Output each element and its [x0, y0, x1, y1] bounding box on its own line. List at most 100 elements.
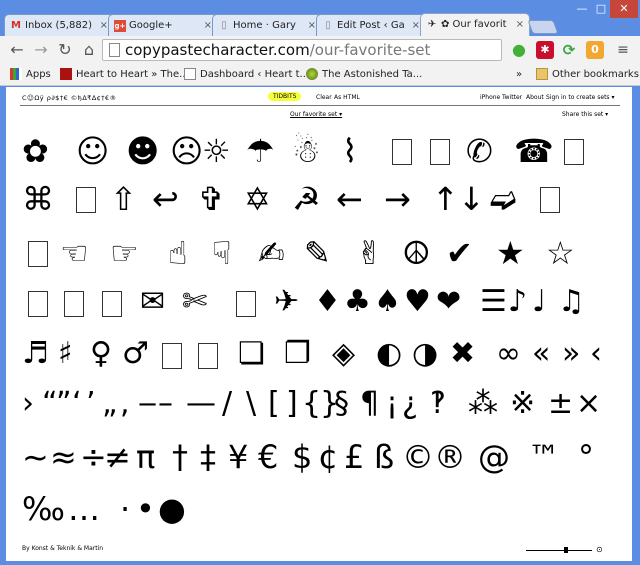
character-glyph[interactable]: —: [186, 389, 216, 419]
character-glyph[interactable]: /: [222, 389, 232, 419]
character-glyph[interactable]: ☭: [292, 183, 321, 215]
missing-glyph-box[interactable]: [76, 187, 96, 213]
character-glyph[interactable]: £: [344, 441, 364, 473]
character-glyph[interactable]: ❏: [238, 339, 265, 369]
home-button[interactable]: ⌂: [78, 39, 100, 61]
character-glyph[interactable]: ✔: [446, 237, 473, 269]
missing-glyph-box[interactable]: [564, 139, 584, 165]
character-glyph[interactable]: ⇧: [110, 183, 137, 215]
character-glyph[interactable]: ‹: [590, 339, 602, 369]
character-glyph[interactable]: ❐: [284, 339, 311, 369]
forward-button[interactable]: →: [30, 39, 52, 61]
character-glyph[interactable]: ☎: [514, 135, 554, 167]
character-glyph[interactable]: ●: [158, 493, 186, 525]
character-glyph[interactable]: ◈: [332, 339, 355, 369]
missing-glyph-box[interactable]: [28, 291, 48, 317]
bookmark-heart-to-heart[interactable]: Heart to Heart » The...: [60, 68, 189, 82]
character-glyph[interactable]: ☮: [402, 237, 431, 269]
character-glyph[interactable]: ↩: [152, 183, 179, 215]
character-glyph[interactable]: ≠: [104, 441, 131, 473]
missing-glyph-box[interactable]: [430, 139, 450, 165]
red-star-extension-icon[interactable]: ✱: [536, 41, 554, 59]
character-glyph[interactable]: ,: [120, 389, 130, 419]
reload-button[interactable]: ↻: [54, 39, 76, 61]
character-glyph[interactable]: ‒: [138, 389, 157, 419]
character-glyph[interactable]: ®: [434, 441, 466, 473]
missing-glyph-box[interactable]: [198, 343, 218, 369]
character-glyph[interactable]: ß: [374, 441, 394, 473]
character-glyph[interactable]: →: [384, 183, 411, 215]
other-bookmarks[interactable]: Other bookmarks: [536, 68, 639, 82]
character-glyph[interactable]: ¥: [228, 441, 248, 473]
address-bar[interactable]: copypastecharacter.com/our-favorite-set …: [102, 39, 502, 61]
character-glyph[interactable]: ✿: [22, 135, 49, 167]
minimize-button[interactable]: —: [572, 0, 592, 18]
new-tab-button[interactable]: [527, 20, 559, 34]
missing-glyph-box[interactable]: [162, 343, 182, 369]
character-glyph[interactable]: ☹: [170, 135, 203, 167]
character-glyph[interactable]: \: [246, 389, 256, 419]
character-glyph[interactable]: •: [136, 493, 155, 525]
back-button[interactable]: ←: [6, 39, 28, 61]
character-glyph[interactable]: ‰: [22, 493, 65, 525]
bookmark-apps[interactable]: Apps: [10, 68, 51, 82]
character-glyph[interactable]: ✎: [304, 237, 331, 269]
character-glyph[interactable]: ☂: [246, 135, 275, 167]
zoom-slider[interactable]: ⊙: [526, 545, 603, 554]
character-glyph[interactable]: °: [578, 441, 594, 473]
character-glyph[interactable]: ♂: [122, 339, 149, 369]
tab-googleplus[interactable]: g+ Google+ ×: [108, 14, 218, 38]
missing-glyph-box[interactable]: [236, 291, 256, 317]
character-glyph[interactable]: ♪: [508, 287, 527, 317]
close-tab-icon[interactable]: ×: [100, 15, 108, 37]
character-glyph[interactable]: ♫: [558, 287, 585, 317]
character-glyph[interactable]: ☝: [168, 237, 187, 269]
character-glyph[interactable]: ✄: [182, 287, 207, 317]
character-glyph[interactable]: ¿: [402, 389, 418, 419]
character-glyph[interactable]: ✉: [140, 287, 165, 317]
bookmark-astonished[interactable]: The Astonished Ta...: [306, 68, 422, 82]
character-glyph[interactable]: §: [334, 389, 349, 419]
tab-edit-post[interactable]: ▯ Edit Post ‹ Ga ×: [316, 14, 426, 38]
character-glyph[interactable]: ±: [548, 389, 573, 419]
character-glyph[interactable]: «: [532, 339, 550, 369]
character-glyph[interactable]: ™: [528, 441, 560, 473]
character-glyph[interactable]: ©: [402, 441, 434, 473]
restore-button[interactable]: □: [592, 0, 610, 18]
character-glyph[interactable]: ☆: [546, 237, 575, 269]
character-glyph[interactable]: ❤: [436, 287, 461, 317]
character-glyph[interactable]: ”: [56, 389, 72, 419]
character-glyph[interactable]: ‘: [72, 389, 82, 419]
character-glyph[interactable]: ‽: [430, 389, 446, 419]
character-glyph[interactable]: „: [102, 389, 118, 419]
character-glyph[interactable]: ★: [496, 237, 525, 269]
character-glyph[interactable]: ÷: [80, 441, 107, 473]
character-glyph[interactable]: ✖: [450, 339, 475, 369]
character-glyph[interactable]: ☃: [292, 135, 321, 167]
character-glyph[interactable]: ’: [86, 389, 96, 419]
character-glyph[interactable]: ◐: [376, 339, 402, 369]
character-glyph[interactable]: ☼: [202, 135, 231, 167]
character-glyph[interactable]: ✈: [274, 287, 299, 317]
character-glyph[interactable]: @: [478, 441, 510, 473]
green-dot-extension-icon[interactable]: ●: [510, 41, 528, 59]
character-glyph[interactable]: –: [158, 389, 173, 419]
close-window-button[interactable]: ✕: [610, 0, 638, 18]
character-glyph[interactable]: ☻: [126, 135, 159, 167]
character-glyph[interactable]: ∞: [496, 339, 521, 369]
character-glyph[interactable]: ↓: [458, 183, 485, 215]
character-glyph[interactable]: ♯: [58, 339, 73, 369]
character-glyph[interactable]: ☜: [60, 237, 89, 269]
character-glyph[interactable]: ¡: [386, 389, 398, 419]
character-glyph[interactable]: ☞: [110, 237, 139, 269]
character-glyph[interactable]: ←: [336, 183, 363, 215]
character-glyph[interactable]: ☰: [480, 287, 507, 317]
character-glyph[interactable]: ¶: [360, 389, 379, 419]
character-glyph[interactable]: ¢: [318, 441, 338, 473]
character-glyph[interactable]: ✞: [198, 183, 225, 215]
character-glyph[interactable]: ♣: [344, 287, 371, 317]
character-glyph[interactable]: …: [68, 493, 100, 525]
character-glyph[interactable]: ✆: [466, 135, 493, 167]
character-glyph[interactable]: ➫: [490, 183, 517, 215]
close-tab-icon[interactable]: ×: [308, 15, 316, 37]
